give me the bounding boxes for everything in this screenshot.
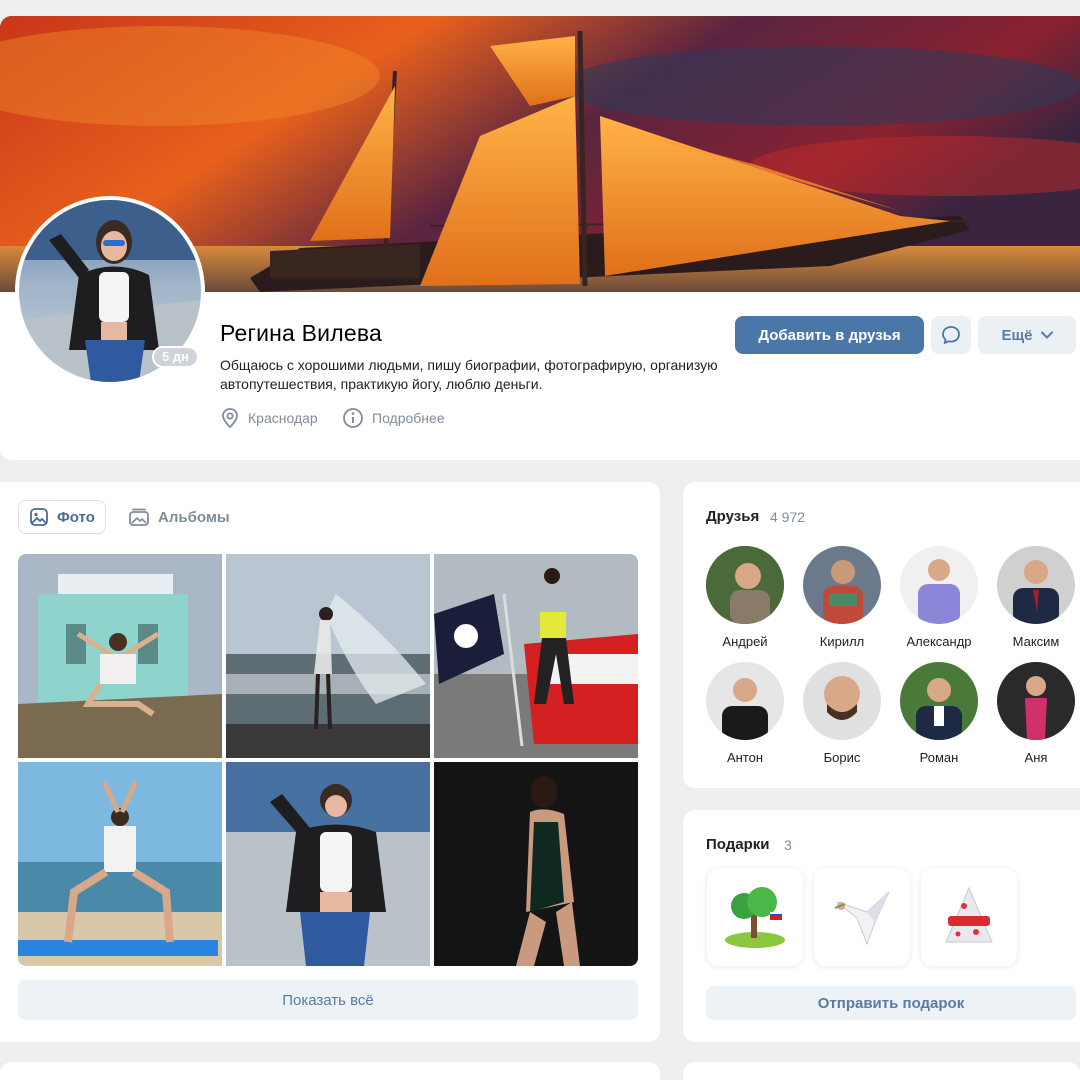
city-label: Краснодар xyxy=(248,410,318,426)
details-label: Подробнее xyxy=(372,410,445,426)
next-card-partial xyxy=(683,1062,1080,1080)
chat-bubble-icon xyxy=(942,326,960,344)
friend-name: Борис xyxy=(823,750,861,765)
avatar xyxy=(997,546,1075,624)
island-tree-gift-icon xyxy=(725,887,785,948)
gift-item[interactable] xyxy=(921,868,1017,966)
tab-albums-label: Альбомы xyxy=(158,508,230,526)
avatar xyxy=(706,662,784,740)
profile-city[interactable]: Краснодар xyxy=(220,407,318,429)
avatar xyxy=(900,546,978,624)
profile-details-link[interactable]: Подробнее xyxy=(342,407,445,429)
tab-albums[interactable]: Альбомы xyxy=(118,500,240,534)
photo-thumbnail[interactable] xyxy=(226,554,430,758)
friend-item[interactable]: Максим xyxy=(991,546,1080,649)
origami-bird-gift-icon xyxy=(834,891,890,946)
more-label: Ещё xyxy=(1001,326,1033,344)
friend-item[interactable]: Кирилл xyxy=(797,546,887,649)
message-button[interactable] xyxy=(931,316,971,354)
avatar xyxy=(803,546,881,624)
friend-name: Александр xyxy=(906,634,972,649)
friend-name: Максим xyxy=(1012,634,1060,649)
friend-item[interactable]: Борис xyxy=(797,662,887,765)
photo-thumbnail[interactable] xyxy=(226,762,430,966)
add-friend-button[interactable]: Добавить в друзья xyxy=(735,316,924,354)
friends-count: 4 972 xyxy=(770,509,806,525)
chevron-down-icon xyxy=(1040,331,1053,339)
friend-name: Роман xyxy=(919,750,959,765)
friend-item[interactable]: Антон xyxy=(700,662,790,765)
friends-card: Друзья 4 972 Андрей Кирилл Александр Мак… xyxy=(683,482,1080,788)
friend-item[interactable]: Андрей xyxy=(700,546,790,649)
photo-thumbnail[interactable] xyxy=(18,554,222,758)
info-icon xyxy=(343,408,363,428)
more-button[interactable]: Ещё xyxy=(978,316,1076,354)
friends-title[interactable]: Друзья xyxy=(706,508,759,525)
albums-icon xyxy=(129,508,149,526)
gift-item[interactable] xyxy=(814,868,910,966)
tab-photos-label: Фото xyxy=(57,508,95,526)
next-card-partial xyxy=(0,1062,660,1080)
location-pin-icon xyxy=(222,408,238,429)
gift-item[interactable] xyxy=(707,868,803,966)
christmas-tree-gift-icon xyxy=(945,886,993,943)
avatar xyxy=(997,662,1075,740)
avatar xyxy=(803,662,881,740)
last-seen-badge: 5 дн xyxy=(152,346,199,368)
photo-thumbnail[interactable] xyxy=(434,762,638,966)
friend-name: Андрей xyxy=(722,634,768,649)
friend-name: Аня xyxy=(1024,750,1048,765)
friend-name: Антон xyxy=(726,750,764,765)
friend-item[interactable]: Роман xyxy=(894,662,984,765)
photo-grid xyxy=(18,554,638,966)
gifts-title[interactable]: Подарки xyxy=(706,836,770,853)
photos-card: Фото Альбомы Показать всё xyxy=(0,482,660,1042)
send-gift-button[interactable]: Отправить подарок xyxy=(706,986,1076,1020)
avatar xyxy=(706,546,784,624)
gifts-card: Подарки 3 Отправить подарок xyxy=(683,810,1080,1042)
profile-header-card: 5 дн Регина Вилева Общаюсь с хорошими лю… xyxy=(0,16,1080,460)
friend-name: Кирилл xyxy=(819,634,865,649)
profile-name: Регина Вилева xyxy=(220,320,382,346)
avatar xyxy=(900,662,978,740)
friend-item[interactable]: Александр xyxy=(894,546,984,649)
show-all-photos-button[interactable]: Показать всё xyxy=(18,980,638,1020)
profile-status: Общаюсь с хорошими людьми, пишу биографи… xyxy=(220,357,718,392)
photo-icon xyxy=(30,508,48,526)
friend-item[interactable]: Аня xyxy=(991,662,1080,765)
photo-thumbnail[interactable] xyxy=(18,762,222,966)
photo-thumbnail[interactable] xyxy=(434,554,638,758)
gifts-count: 3 xyxy=(784,837,792,853)
tab-photos[interactable]: Фото xyxy=(18,500,106,534)
